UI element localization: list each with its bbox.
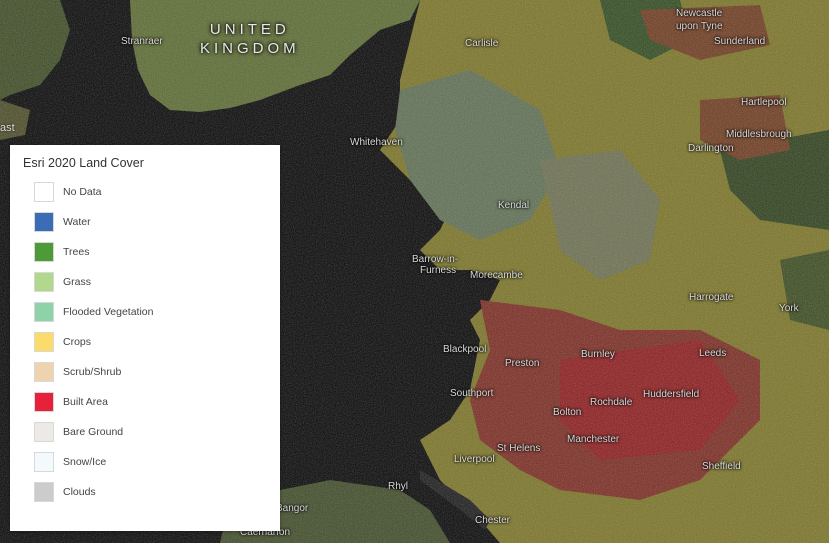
legend-item-label: Crops: [63, 336, 92, 348]
place-label-huddersfield: Huddersfield: [643, 389, 700, 400]
legend-swatch: [34, 392, 54, 412]
place-label-southport: Southport: [450, 388, 494, 399]
place-label-furness: Furness: [420, 265, 457, 276]
legend-item-label: Clouds: [63, 486, 96, 498]
legend-item-label: Water: [63, 216, 91, 228]
country-label-line2: KINGDOM: [200, 40, 300, 57]
legend-item-label: Grass: [63, 276, 92, 288]
legend-panel: Esri 2020 Land Cover No Data Water Trees…: [10, 145, 280, 531]
legend-swatch: [34, 422, 54, 442]
place-label-rhyl: Rhyl: [388, 481, 409, 492]
place-label-blackpool: Blackpool: [443, 344, 487, 355]
legend-item-label: Scrub/Shrub: [63, 366, 122, 378]
legend-swatch: [34, 212, 54, 232]
legend-swatch: [34, 482, 54, 502]
legend-swatch: [34, 332, 54, 352]
legend-title: Esri 2020 Land Cover: [23, 156, 144, 170]
place-label-st-helens: St Helens: [497, 443, 541, 454]
place-label-whitehaven: Whitehaven: [350, 137, 403, 148]
legend-item-label: No Data: [63, 186, 102, 198]
place-label-manchester: Manchester: [567, 434, 620, 445]
legend-item-label: Bare Ground: [63, 426, 124, 438]
place-label-york: York: [779, 303, 799, 314]
country-label-line1: UNITED: [209, 21, 290, 38]
place-label-barrow: Barrow-in-: [412, 254, 459, 265]
place-label-burnley: Burnley: [581, 349, 615, 360]
place-label-newcastle: Newcastle: [676, 8, 723, 19]
place-label-kendal: Kendal: [498, 200, 530, 211]
legend-item-label: Built Area: [63, 396, 108, 408]
place-label-hartlepool: Hartlepool: [741, 97, 787, 108]
country-label: UNITED KINGDOM: [200, 20, 300, 58]
place-label-sunderland: Sunderland: [714, 36, 766, 47]
place-label-preston: Preston: [505, 358, 540, 369]
place-label-stranraer: Stranraer: [121, 36, 163, 47]
place-label-chester: Chester: [475, 515, 511, 526]
place-label-upon-tyne: upon Tyne: [676, 21, 723, 32]
legend-swatch: [34, 452, 54, 472]
place-label-liverpool: Liverpool: [454, 454, 495, 465]
legend-item-label: Flooded Vegetation: [63, 306, 154, 318]
place-label-rochdale: Rochdale: [590, 397, 633, 408]
place-label-harrogate: Harrogate: [689, 292, 734, 303]
legend-swatch: [34, 272, 54, 292]
place-label-leeds: Leeds: [699, 348, 727, 359]
place-label-carlisle: Carlisle: [465, 38, 499, 49]
place-label-belfast-partial: ast: [0, 122, 15, 134]
legend-swatch: [34, 182, 54, 202]
legend-swatch: [34, 362, 54, 382]
legend-item-label: Snow/Ice: [63, 456, 107, 468]
place-label-bangor: Bangor: [276, 503, 309, 514]
place-label-darlington: Darlington: [688, 143, 734, 154]
place-label-bolton: Bolton: [553, 407, 582, 418]
legend-item-label: Trees: [63, 246, 90, 258]
legend-swatch: [34, 242, 54, 262]
place-label-middlesbrough: Middlesbrough: [726, 129, 792, 140]
place-label-morecambe: Morecambe: [470, 270, 523, 281]
legend-swatch: [34, 302, 54, 322]
map-view[interactable]: UNITED KINGDOM ast Stranraer Carlisle Ne…: [0, 0, 829, 543]
place-label-sheffield: Sheffield: [702, 461, 741, 472]
